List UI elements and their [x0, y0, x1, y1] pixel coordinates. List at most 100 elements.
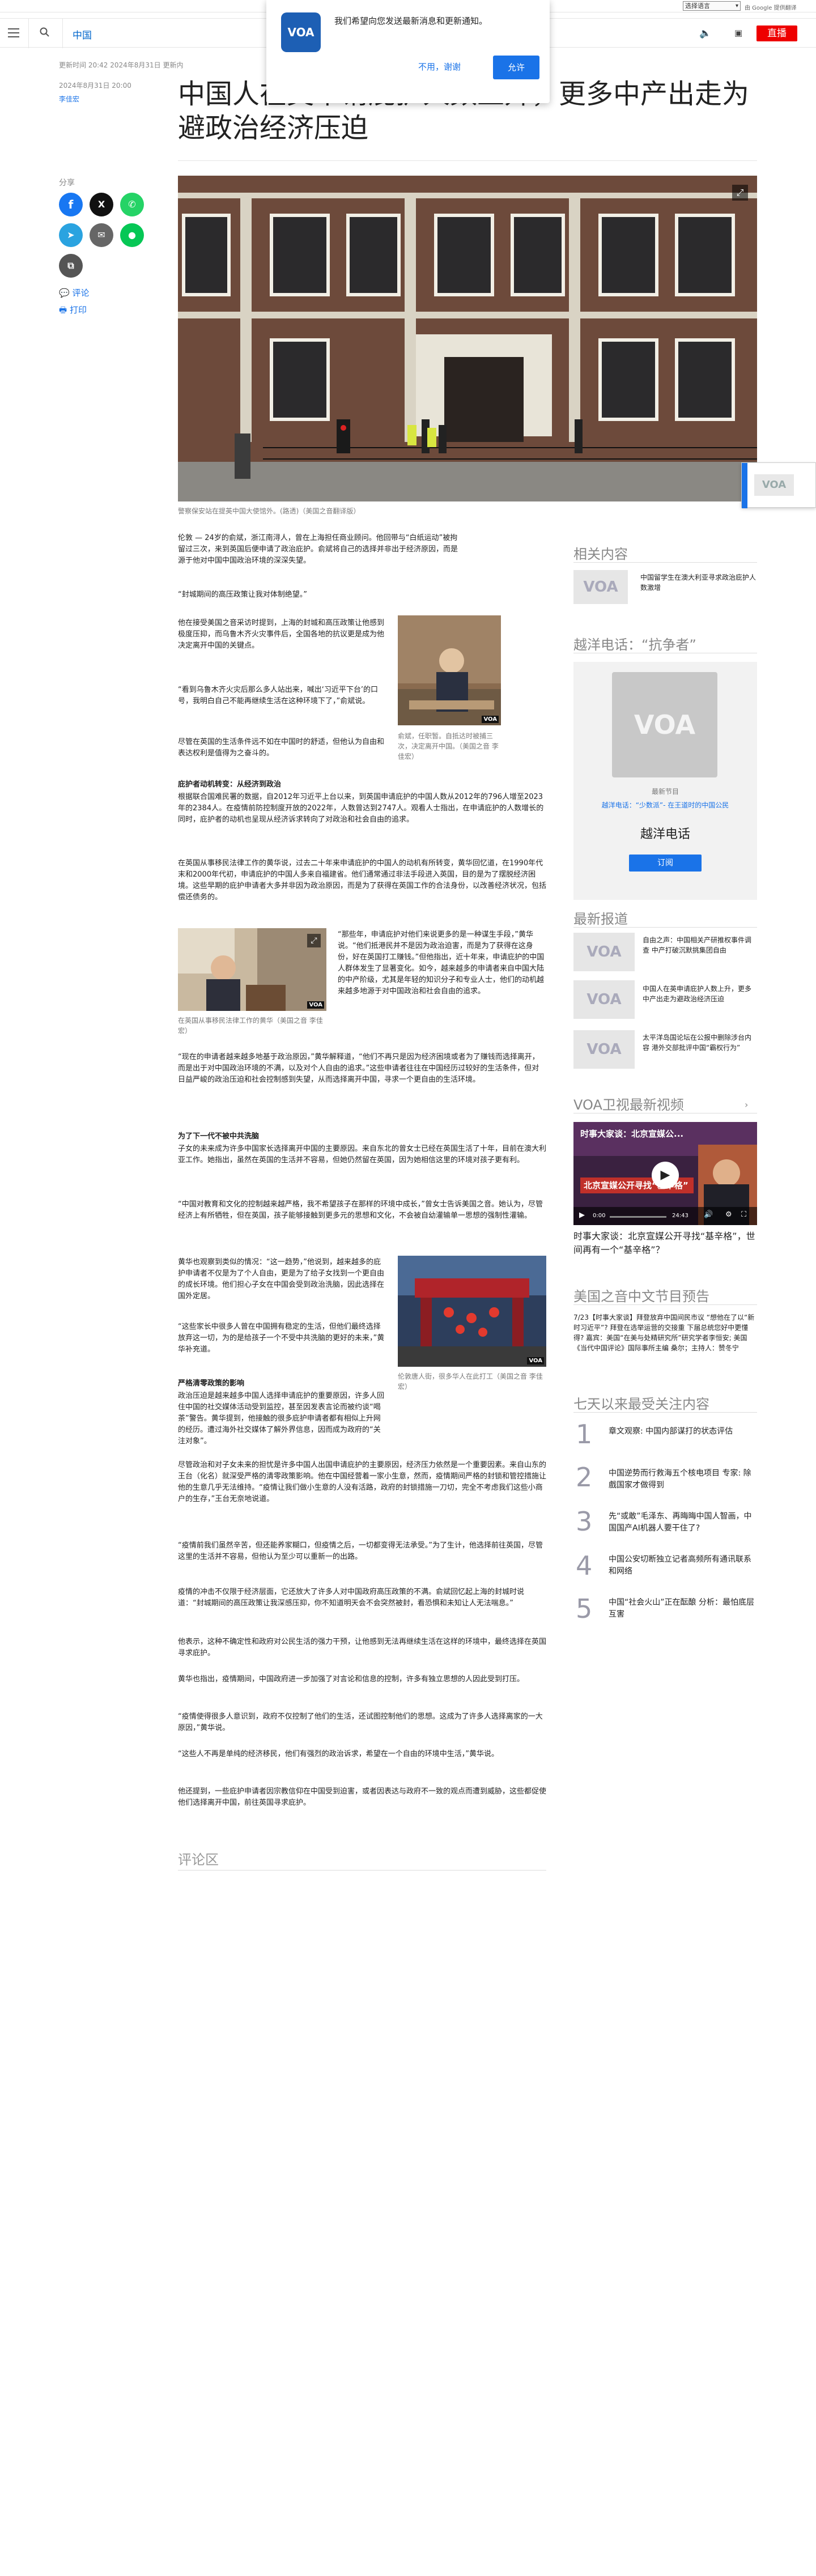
allow-button[interactable]: 允许 [493, 56, 539, 79]
paragraph: 根据联合国难民署的数据，自2012年习近平上台以来，到英国申请庇护的中国人数从2… [178, 793, 544, 824]
paragraph: “这些人不再是单纯的经济移民，他们有强烈的政治诉求，希望在一个自由的环境中生活，… [178, 1750, 499, 1758]
menu-icon[interactable] [8, 28, 19, 37]
audio-icon[interactable]: 🔈 [699, 28, 711, 39]
expand-icon[interactable]: ⤢ [307, 934, 321, 947]
telegram-icon[interactable]: ➤ [59, 223, 83, 247]
subheading: 为了下一代不被中共洗脑 [178, 1132, 260, 1141]
latest-program-link[interactable]: 越洋电话：“少数派”- 在王道时的中国公民 [573, 800, 757, 810]
divider [573, 562, 757, 563]
paragraph: “那些年，申请庇护对他们来说更多的是一种谋生手段，”黄华说。“他们抵港民并不是因… [338, 930, 545, 996]
program-preview-text: 7/23【时事大家谈】拜登放弃中国间民市议 “想他在了以“新时习近平”? 拜登在… [573, 1313, 755, 1352]
comment-link[interactable]: 💬 评论 [59, 287, 89, 299]
latest-thumbnail[interactable]: VOA [573, 933, 635, 971]
print-link[interactable]: 🖶 打印 [59, 304, 87, 318]
subheading: 庇护者动机转变：从经济到政治 [178, 780, 282, 789]
most-viewed-link[interactable]: 章文观察: 中国内部谋打的状态评估 [609, 1426, 757, 1438]
photo-caption: 俞斌，任职暂。自抵达时被捕三次，决定离开中国。（美国之音 李佳宏） [398, 732, 499, 760]
expand-icon[interactable]: ⤢ [732, 185, 748, 201]
latest-link[interactable]: 自由之声：中国相关产研推权事件调查 中产打破沉默挑集团自由 [643, 935, 757, 955]
rank-number: 5 [576, 1593, 593, 1624]
update-timestamp: 更新时间 20:42 2024年8月31日 更新内 [59, 61, 184, 69]
widget-handle[interactable] [742, 463, 747, 508]
chinatown-photo: VOA [398, 1256, 546, 1367]
most-viewed-link[interactable]: 先“或敢”毛泽东、再晦晦中国人智画，中国国产AI机器人要干住了? [609, 1511, 757, 1534]
copy-link-icon[interactable]: ⧉ [59, 254, 83, 278]
comments-heading: 评论区 [178, 1852, 219, 1868]
divider [178, 1870, 546, 1871]
latest-thumbnail[interactable]: VOA [573, 1030, 635, 1069]
paragraph: 他在接受美国之音采访时提到，上海的封城和高压政策让他感到极度压抑，而乌鲁木齐火灾… [178, 619, 385, 650]
paragraph: “中国对教育和文化的控制越来越严格，我不希望孩子在那样的环境中成长，”曾女士告诉… [178, 1200, 543, 1220]
most-viewed-heading: 七天以来最受关注内容 [573, 1396, 709, 1412]
play-icon[interactable]: ▶ [652, 1162, 679, 1189]
paragraph: 黄华也指出，疫情期间，中国政府进一步加强了对言论和信息的控制，许多有独立思想的人… [178, 1675, 525, 1684]
email-icon[interactable]: ✉ [90, 223, 113, 247]
paragraph: 疫情的冲击不仅限于经济层面，它还放大了许多人对中国政府高压政策的不满。俞斌回忆起… [178, 1588, 525, 1608]
line-icon[interactable]: ● [120, 223, 144, 247]
divider [573, 1304, 757, 1305]
paragraph: 黄华也观察到类似的情况：“这一趋势，”他说到，越来越多的庇护申请者不仅是为了个人… [178, 1258, 385, 1300]
tv-icon[interactable]: ▣ [734, 28, 742, 38]
video-overlay-title: 时事大家谈：北京宣媒公... [580, 1129, 684, 1139]
section-link-china[interactable]: 中国 [73, 27, 92, 41]
facebook-icon[interactable]: f [59, 193, 83, 216]
latest-thumbnail[interactable]: VOA [573, 980, 635, 1019]
video-progress[interactable] [610, 1216, 666, 1218]
paragraph: 他表示，这种不确定性和政府对公民生活的强力干预，让他感到无法再继续生活在这样的环… [178, 1638, 547, 1657]
whatsapp-icon[interactable]: ✆ [120, 193, 144, 216]
divider [573, 927, 757, 928]
most-viewed-link[interactable]: 中国公安切断独立记者高频所有通讯联系和网络 [609, 1554, 757, 1578]
program-preview-heading: 美国之音中文节目预告 [573, 1289, 709, 1304]
paragraph: “封城期间的高压政策让我对体制绝望。” [178, 590, 307, 599]
tv-heading: VOA卫视最新视频 [573, 1097, 684, 1113]
paragraph: 他还提到，一些庇护申请者因宗教信仰在中国受到迫害，或者因表达与政府不一致的观点而… [178, 1787, 547, 1807]
floating-media-widget[interactable]: VOA [741, 462, 816, 508]
voa-logo: VOA [281, 12, 321, 52]
latest-program-label: 最新节目 [651, 788, 679, 796]
interview-photo-2: ⤢ VOA [178, 928, 326, 1011]
x-twitter-icon[interactable]: X [90, 193, 113, 216]
volume-icon[interactable]: 🔊 [704, 1210, 713, 1219]
most-viewed-link[interactable]: 中国逆势而行救海五个核电项目 专家: 除戲国家才做得到 [609, 1468, 757, 1491]
print-label: 打印 [69, 305, 87, 315]
voa-logo: VOA [754, 474, 794, 496]
photo-caption: 伦敦唐人街，很多华人在此打工（美国之音 李佳宏） [398, 1372, 543, 1391]
video-title[interactable]: 时事大家谈：北京宣媒公开寻找“基辛格”，世间再有一个“基辛格”？ [573, 1230, 757, 1257]
settings-icon[interactable]: ⚙ [725, 1210, 732, 1219]
subscribe-button[interactable]: 订阅 [629, 855, 702, 872]
divider [28, 19, 29, 48]
hotline-name: 越洋电话 [640, 827, 690, 841]
rank-number: 1 [576, 1419, 593, 1449]
hero-image: ⤢ [178, 176, 757, 501]
latest-link[interactable]: 中国人在英申请庇护人数上升，更多中产出走为避政治经济压迫 [643, 984, 757, 1004]
paragraph: 子女的未来成为许多中国家长选择离开中国的主要原因。来自东北的曾女士已经在英国生活… [178, 1145, 547, 1164]
subheading: 严格清零政策的影响 [178, 1379, 245, 1388]
notification-message: 我们希望向您发送最新消息和更新通知。 [334, 16, 488, 26]
decline-button[interactable]: 不用，谢谢 [418, 61, 461, 73]
google-translate-credit: 由 Google 提供翻译 [745, 5, 797, 11]
related-link[interactable]: 中国留学生在澳大利亚寻求政治庇护人数激增 [640, 572, 757, 593]
latest-heading: 最新报道 [573, 911, 628, 927]
related-thumbnail[interactable]: VOA [573, 570, 628, 604]
paragraph: 在英国从事移民法律工作的黄华说，过去二十年来申请庇护的中国人的动机有所转变，黄华… [178, 859, 547, 902]
hotline-cover[interactable]: VOA [612, 672, 717, 777]
rank-number: 3 [576, 1506, 593, 1537]
language-select[interactable]: 选择语言 [683, 1, 741, 11]
paragraph: “疫情前我们虽然辛苦，但还能养家糊口，但疫情之后，一切都变得无法承受。”为了生计… [178, 1541, 543, 1561]
fullscreen-icon[interactable]: ⛶ [741, 1210, 746, 1219]
paragraph: 尽管政治和对子女未来的担忧是许多中国人出国申请庇护的主要原因，经济压力依然是一个… [178, 1461, 547, 1503]
voa-watermark: VOA [307, 1001, 324, 1009]
video-duration: 24:43 [672, 1213, 688, 1219]
chevron-right-icon[interactable]: › [745, 1099, 748, 1110]
video-player[interactable]: 时事大家谈：北京宣媒公... 北京宣媒公开寻找“基辛格” ▶ ▶ 0:00 24… [573, 1122, 757, 1225]
author-link[interactable]: 李佳宏 [59, 94, 79, 104]
voa-watermark: VOA [482, 716, 499, 723]
search-icon[interactable] [40, 27, 51, 39]
latest-link[interactable]: 太平洋岛国论坛在公报中删除涉台内容 港外交部批评中国“霸权行为” [643, 1032, 757, 1053]
paragraph: “疫情使得很多人意识到，政府不仅控制了他们的生活，还试图控制他们的思想。这成为了… [178, 1712, 543, 1732]
most-viewed-link[interactable]: 中国“社会火山”正在酝酿 分析：最怕底层互害 [609, 1597, 757, 1621]
play-small-icon[interactable]: ▶ [579, 1211, 585, 1219]
paragraph: “这些家长中很多人曾在中国拥有稳定的生活，但他们最终选择放弃这一切，为的是给孩子… [178, 1323, 385, 1354]
live-button[interactable]: 直播 [756, 25, 797, 41]
interview-photo-1: VOA [398, 615, 501, 725]
